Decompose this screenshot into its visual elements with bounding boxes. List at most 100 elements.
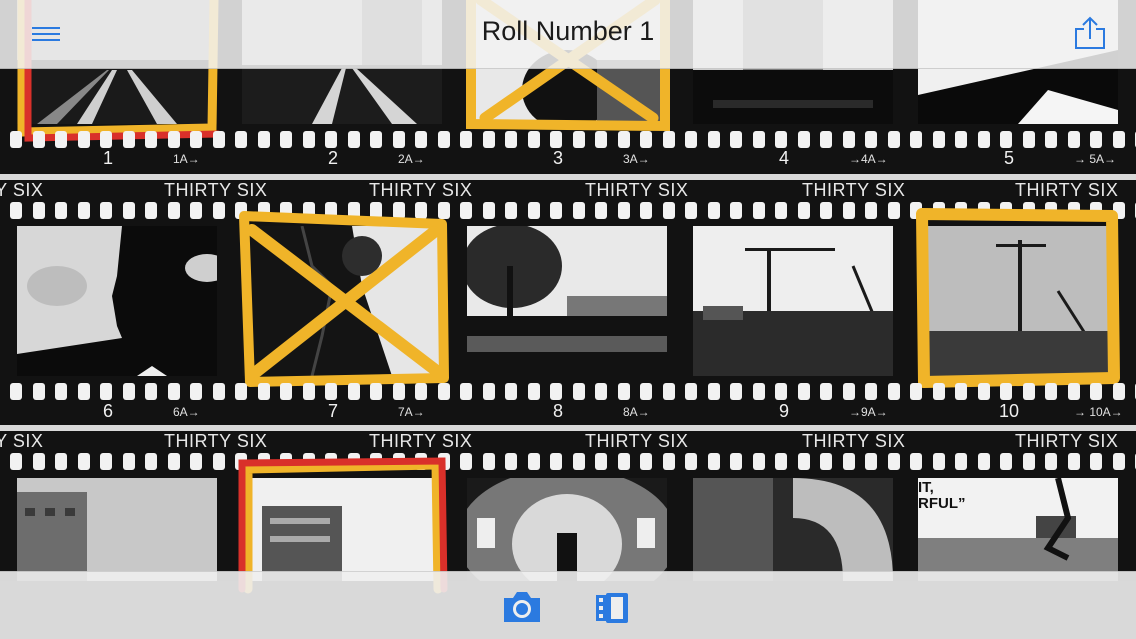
sprocket-hole bbox=[235, 131, 247, 148]
sprocket-hole bbox=[1023, 131, 1035, 148]
sprocket-hole bbox=[213, 383, 225, 400]
sprocket-hole bbox=[258, 383, 270, 400]
sprocket-hole bbox=[888, 131, 900, 148]
frame-photo-7[interactable] bbox=[242, 226, 442, 376]
toolbar bbox=[0, 571, 1136, 639]
frame-number: 9 bbox=[778, 401, 789, 421]
sprocket-hole bbox=[775, 131, 787, 148]
sprocket-hole bbox=[978, 453, 990, 470]
sprocket-hole bbox=[640, 453, 652, 470]
sprocket-hole bbox=[978, 383, 990, 400]
sprocket-hole bbox=[1023, 383, 1035, 400]
frame-edge-code: 1A→ bbox=[173, 152, 200, 166]
frame-number: 1 bbox=[102, 148, 113, 168]
sprocket-hole bbox=[280, 131, 292, 148]
sprocket-hole bbox=[1090, 383, 1102, 400]
sprocket-hole bbox=[663, 202, 675, 219]
frame-photo-11[interactable] bbox=[17, 478, 217, 581]
contact-sheet: 11A→22A→33A→4→4A→5→ 5A→ THIRTY SIXTHIRTY… bbox=[0, 0, 1136, 639]
frame-photo-12[interactable] bbox=[242, 478, 442, 581]
sprocket-holes bbox=[0, 202, 1136, 222]
sprocket-hole bbox=[978, 202, 990, 219]
film-roll-icon[interactable] bbox=[592, 587, 632, 627]
frame-edge-code: 6A→ bbox=[173, 405, 200, 419]
sprocket-hole bbox=[798, 131, 810, 148]
sprocket-hole bbox=[775, 383, 787, 400]
sprocket-hole bbox=[640, 131, 652, 148]
sprocket-hole bbox=[595, 202, 607, 219]
sprocket-holes bbox=[0, 453, 1136, 473]
sprocket-hole bbox=[415, 202, 427, 219]
frame-photo-9[interactable] bbox=[693, 226, 893, 376]
frame-photo-8[interactable] bbox=[467, 226, 667, 376]
sprocket-hole bbox=[505, 131, 517, 148]
sprocket-hole bbox=[168, 131, 180, 148]
sprocket-hole bbox=[1000, 131, 1012, 148]
sprocket-hole bbox=[415, 383, 427, 400]
sprocket-hole bbox=[528, 453, 540, 470]
sprocket-hole bbox=[78, 202, 90, 219]
sprocket-hole bbox=[708, 202, 720, 219]
frame-photo-6[interactable] bbox=[17, 226, 217, 376]
sprocket-hole bbox=[10, 202, 22, 219]
sprocket-hole bbox=[78, 131, 90, 148]
sprocket-hole bbox=[438, 383, 450, 400]
sprocket-hole bbox=[78, 453, 90, 470]
sprocket-hole bbox=[708, 383, 720, 400]
film-strip-2: THIRTY SIX THIRTY SIX THIRTY SIX THIRTY SIX… bbox=[0, 180, 1136, 425]
sprocket-hole bbox=[528, 202, 540, 219]
sprocket-hole bbox=[505, 383, 517, 400]
sprocket-hole bbox=[618, 383, 630, 400]
camera-icon[interactable] bbox=[500, 588, 544, 626]
sprocket-hole bbox=[325, 202, 337, 219]
sprocket-hole bbox=[550, 453, 562, 470]
film-edge-text: THIRTY SIX bbox=[369, 180, 473, 200]
sprocket-hole bbox=[438, 131, 450, 148]
frame-photo-14[interactable] bbox=[693, 478, 893, 581]
sprocket-hole bbox=[640, 202, 652, 219]
sprocket-hole bbox=[258, 202, 270, 219]
frame-number: 10 bbox=[998, 401, 1020, 421]
sprocket-hole bbox=[595, 453, 607, 470]
frame-photo-13[interactable] bbox=[467, 478, 667, 581]
sprocket-hole bbox=[348, 383, 360, 400]
frame-number: 7 bbox=[327, 401, 338, 421]
sprocket-hole bbox=[460, 202, 472, 219]
film-edge-text: THIRTY SIX bbox=[164, 431, 268, 451]
sprocket-hole bbox=[78, 383, 90, 400]
sprocket-hole bbox=[865, 202, 877, 219]
frame-edge-code: 2A→ bbox=[398, 152, 425, 166]
film-edge-text: THIRTY SIX bbox=[0, 180, 44, 200]
sprocket-hole bbox=[145, 202, 157, 219]
sprocket-hole bbox=[168, 202, 180, 219]
sprocket-hole bbox=[460, 383, 472, 400]
frame-number: 6 bbox=[102, 401, 113, 421]
frame-photo-15[interactable]: IT, RFUL” bbox=[918, 478, 1118, 581]
frame-photo-10[interactable] bbox=[918, 226, 1118, 376]
sprocket-hole bbox=[483, 383, 495, 400]
sprocket-hole bbox=[55, 202, 67, 219]
sprocket-hole bbox=[393, 202, 405, 219]
sprocket-hole bbox=[55, 453, 67, 470]
sprocket-hole bbox=[325, 131, 337, 148]
sprocket-hole bbox=[1068, 453, 1080, 470]
sprocket-hole bbox=[505, 453, 517, 470]
sprocket-hole bbox=[145, 383, 157, 400]
sprocket-hole bbox=[483, 453, 495, 470]
sprocket-hole bbox=[685, 202, 697, 219]
frame-edge-code: 7A→ bbox=[398, 405, 425, 419]
sprocket-hole bbox=[1090, 131, 1102, 148]
sprocket-hole bbox=[595, 131, 607, 148]
share-icon[interactable] bbox=[1070, 15, 1110, 51]
sprocket-hole bbox=[393, 453, 405, 470]
sprocket-hole bbox=[123, 383, 135, 400]
sprocket-hole bbox=[33, 202, 45, 219]
sprocket-hole bbox=[573, 453, 585, 470]
sprocket-hole bbox=[280, 383, 292, 400]
frame-number: 5 bbox=[1003, 148, 1014, 168]
sprocket-hole bbox=[168, 383, 180, 400]
sprocket-hole bbox=[1068, 383, 1080, 400]
sprocket-hole bbox=[145, 453, 157, 470]
sprocket-hole bbox=[100, 453, 112, 470]
sprocket-hole bbox=[303, 383, 315, 400]
